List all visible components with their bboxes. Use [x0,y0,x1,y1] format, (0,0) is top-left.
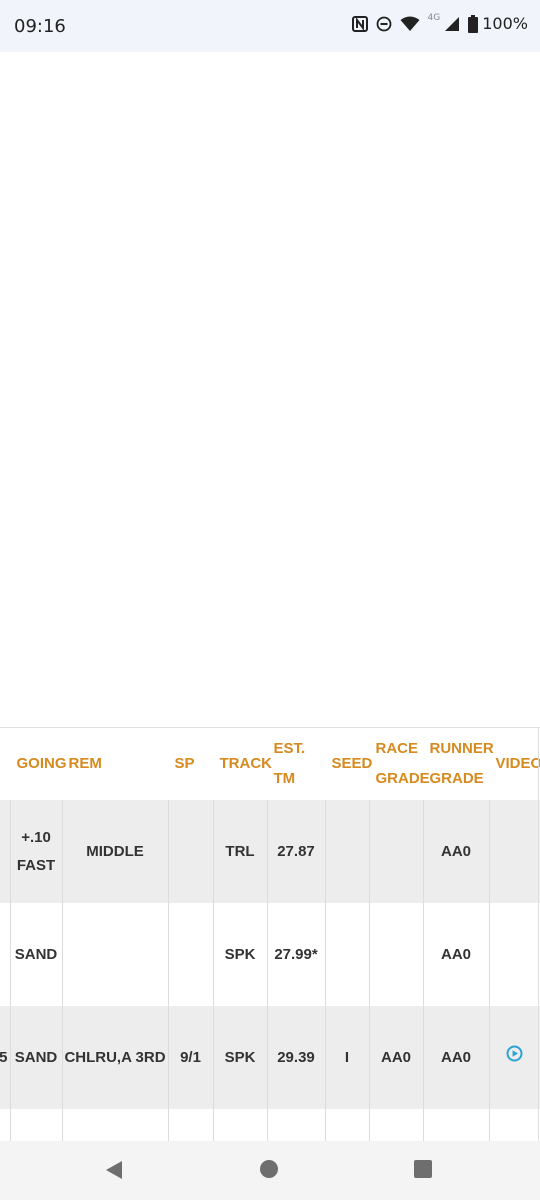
cell-hidden [0,903,11,1006]
cell-race-grade [369,903,424,1006]
cell-going: +.10 FAST [10,800,63,903]
cell-empty [62,1109,169,1141]
col-header-going: GOING [16,755,67,772]
cell-empty [423,1109,490,1141]
cell-rem: CHLRU,A 3RD [62,1006,169,1109]
status-icons: 4G 100% [351,12,528,33]
cell-seed: I [325,1006,370,1109]
col-header-video: VIDEO [495,755,540,772]
cell-hidden: 5 [0,1006,11,1109]
cell-track: SPK [213,1006,268,1109]
home-icon[interactable] [260,1160,278,1178]
cell-sp [168,800,214,903]
cell-empty [267,1109,326,1141]
back-icon[interactable] [104,1160,124,1185]
nfc-icon [351,15,368,32]
network-type-label: 4G [427,12,441,23]
cell-empty [168,1109,214,1141]
cell-seed [325,903,370,1006]
cell-empty [489,1109,540,1141]
status-bar: 09:16 4G 100% [0,0,540,52]
cell-est-tm: 29.39 [267,1006,326,1109]
cell-runner-grade: AA0 [423,800,490,903]
col-header-hidden [0,728,10,800]
cell-track: TRL [213,800,268,903]
battery-icon [468,14,479,33]
col-header-race-grade: RACE GRADE [375,740,430,787]
cell-video [489,903,540,1006]
table-row [0,1109,540,1141]
table-row: 5 SAND CHLRU,A 3RD 9/1 SPK 29.39 I AA0 A… [0,1006,540,1109]
cell-empty [213,1109,268,1141]
table-right-border [538,727,539,1141]
cell-signal-icon [444,16,460,32]
cell-runner-grade: AA0 [423,1006,490,1109]
status-time: 09:16 [14,16,66,37]
cell-rem: MIDDLE [62,800,169,903]
results-table-container[interactable]: GOING REM SP TRACK EST. TM SEED RACE GRA… [0,727,540,1141]
wifi-icon [400,16,420,32]
results-table: GOING REM SP TRACK EST. TM SEED RACE GRA… [0,728,540,1141]
col-header-sp: SP [174,755,195,772]
col-header-runner-grade: RUNNER GRADE [429,740,494,787]
table-row: SAND SPK 27.99* AA0 [0,903,540,1006]
col-header-rem: REM [68,755,102,772]
col-header-seed: SEED [331,755,373,772]
cell-empty [0,1109,11,1141]
cell-going: SAND [10,903,63,1006]
play-icon[interactable] [506,1045,523,1062]
cell-est-tm: 27.99* [267,903,326,1006]
cell-race-grade [369,800,424,903]
battery-percent: 100% [482,14,528,33]
cell-track: SPK [213,903,268,1006]
recents-icon[interactable] [414,1160,432,1178]
cell-est-tm: 27.87 [267,800,326,903]
cell-empty [10,1109,63,1141]
cell-sp: 9/1 [168,1006,214,1109]
cell-runner-grade: AA0 [423,903,490,1006]
do-not-disturb-icon [376,16,392,32]
cell-empty [369,1109,424,1141]
cell-race-grade: AA0 [369,1006,424,1109]
table-row: +.10 FAST MIDDLE TRL 27.87 AA0 [0,800,540,903]
cell-video [489,1006,540,1109]
cell-empty [325,1109,370,1141]
table-header-row: GOING REM SP TRACK EST. TM SEED RACE GRA… [0,728,540,800]
col-header-track: TRACK [219,755,273,772]
cell-rem [62,903,169,1006]
cell-sp [168,903,214,1006]
cell-hidden [0,800,11,903]
cell-going: SAND [10,1006,63,1109]
cell-seed [325,800,370,903]
cell-video [489,800,540,903]
col-header-est-tm: EST. TM [273,740,306,787]
